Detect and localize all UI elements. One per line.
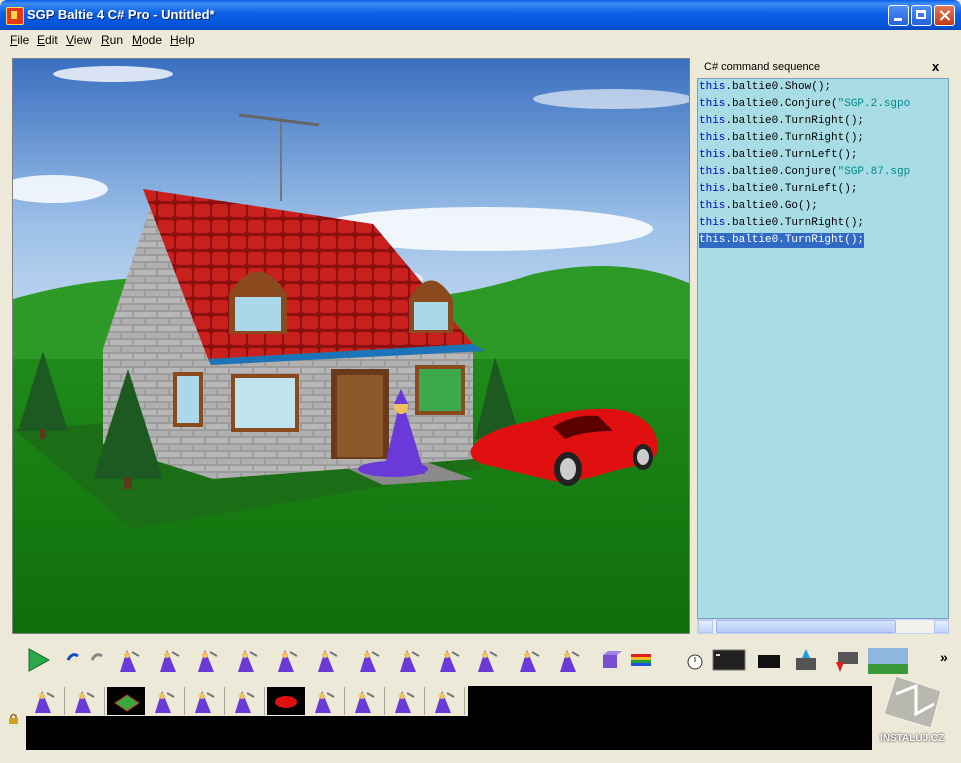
code-string: "SGP.2.sgpo — [837, 98, 911, 110]
panel-close-button[interactable]: x — [932, 59, 939, 74]
timeline-slot-turn-right-icon[interactable] — [427, 687, 465, 715]
timeline-slot-turn-right-icon[interactable] — [187, 687, 225, 715]
code-text: .baltie0.Conjure( — [725, 166, 838, 178]
wizard-go-icon[interactable] — [190, 646, 220, 674]
code-text: .baltie0.TurnRight(); — [725, 234, 865, 246]
fast-walk-icon[interactable] — [470, 646, 500, 674]
horizontal-scrollbar[interactable] — [697, 619, 949, 634]
down-house-icon[interactable] — [830, 646, 860, 674]
wizard-fly-icon[interactable] — [552, 646, 582, 674]
command-timeline[interactable] — [26, 686, 872, 750]
code-line[interactable]: this.baltie0.TurnRight(); — [699, 216, 864, 231]
close-button[interactable] — [934, 5, 955, 26]
code-keyword: this — [699, 149, 726, 161]
code-keyword: this — [699, 115, 726, 127]
timeline-slot-wizard-go-icon[interactable] — [67, 687, 105, 715]
menu-file[interactable]: File — [10, 33, 29, 47]
step-back-icon[interactable] — [392, 646, 422, 674]
panel-title: C# command sequence — [704, 61, 821, 73]
code-text: .baltie0.Go(); — [725, 200, 818, 212]
code-keyword: this — [699, 183, 726, 195]
up-house-icon[interactable] — [792, 646, 822, 674]
scene-image — [13, 59, 689, 633]
lock-icon[interactable] — [8, 713, 19, 724]
code-line[interactable]: this.baltie0.TurnRight(); — [699, 233, 865, 248]
code-keyword: this — [699, 132, 726, 144]
timeline-slot-conjure-car-icon[interactable] — [267, 687, 305, 715]
menu-help[interactable]: Help — [170, 33, 195, 47]
code-keyword: this — [699, 234, 726, 246]
code-text: .baltie0.TurnRight(); — [725, 132, 865, 144]
code-editor[interactable]: this.baltie0.Show(); this.baltie0.Conjure… — [697, 78, 949, 619]
speech-icon[interactable] — [512, 646, 542, 674]
code-text: .baltie0.Conjure( — [725, 98, 838, 110]
timeline-slot-turn-right-icon[interactable] — [147, 687, 185, 715]
window-title: SGP Baltie 4 C# Pro - Untitled* — [27, 7, 215, 22]
timeline-slot-turn-right-icon[interactable] — [387, 687, 425, 715]
watermark-text: INSTALUJ.CZ — [880, 733, 945, 744]
code-keyword: this — [699, 166, 726, 178]
code-line[interactable]: this.baltie0.Show(); — [699, 80, 831, 95]
jump-down-icon[interactable] — [352, 646, 382, 674]
code-string: "SGP.87.sgp — [837, 166, 911, 178]
rainbow-icon[interactable] — [628, 646, 658, 674]
scroll-right-icon[interactable] — [934, 620, 949, 633]
menu-mode[interactable]: Mode — [132, 33, 162, 47]
code-keyword: this — [699, 200, 726, 212]
code-line[interactable]: this.baltie0.TurnLeft(); — [699, 182, 857, 197]
code-line[interactable]: this.baltie0.Conjure("SGP.87.sgp — [699, 165, 910, 180]
code-keyword: this — [699, 81, 726, 93]
timeline-slot-turn-left-icon[interactable] — [307, 687, 345, 715]
code-line[interactable]: this.baltie0.TurnLeft(); — [699, 148, 857, 163]
run-icon[interactable] — [24, 646, 54, 674]
jump-up-icon[interactable] — [310, 646, 340, 674]
scroll-left-icon[interactable] — [698, 620, 713, 633]
code-text: .baltie0.TurnRight(); — [725, 115, 865, 127]
console-icon[interactable] — [712, 646, 746, 674]
code-text: .baltie0.TurnRight(); — [725, 217, 865, 229]
code-line[interactable]: this.baltie0.TurnRight(); — [699, 131, 864, 146]
wizard-run-icon[interactable] — [112, 646, 142, 674]
menu-run[interactable]: Run — [101, 33, 123, 47]
command-toolbar — [0, 640, 961, 680]
app-icon[interactable] — [6, 7, 24, 25]
timer-icon[interactable] — [680, 646, 710, 674]
scroll-thumb[interactable] — [716, 620, 896, 633]
code-text: .baltie0.TurnLeft(); — [725, 149, 858, 161]
scene-viewport[interactable] — [12, 58, 690, 634]
timeline-slot-conjure-garden-icon[interactable] — [107, 687, 145, 715]
code-keyword: this — [699, 217, 726, 229]
cube-icon[interactable] — [596, 646, 626, 674]
turn-right-icon[interactable] — [270, 646, 300, 674]
black-box-icon[interactable] — [756, 646, 786, 674]
code-line[interactable]: this.baltie0.TurnRight(); — [699, 114, 864, 129]
minimize-button[interactable] — [888, 5, 909, 26]
code-text: .baltie0.Show(); — [725, 81, 832, 93]
code-keyword: this — [699, 98, 726, 110]
menu-edit[interactable]: Edit — [37, 33, 58, 47]
code-line[interactable]: this.baltie0.Go(); — [699, 199, 818, 214]
walk-icon[interactable] — [432, 646, 462, 674]
maximize-button[interactable] — [911, 5, 932, 26]
wizard-step-icon[interactable] — [152, 646, 182, 674]
more-tools-button[interactable]: » — [940, 649, 948, 665]
timeline-slot-wizard-step-icon[interactable] — [27, 687, 65, 715]
timeline-slots — [26, 686, 468, 716]
timeline-slot-wizard-go-right-icon[interactable] — [347, 687, 385, 715]
turn-left-icon[interactable] — [230, 646, 260, 674]
code-text: .baltie0.TurnLeft(); — [725, 183, 858, 195]
title-bar: SGP Baltie 4 C# Pro - Untitled* — [0, 0, 961, 30]
menu-view[interactable]: View — [66, 33, 92, 47]
menu-bar: File Edit View Run Mode Help — [0, 30, 961, 50]
code-line[interactable]: this.baltie0.Conjure("SGP.2.sgpo — [699, 97, 910, 112]
command-panel: C# command sequence x this.baltie0.Show(… — [697, 58, 949, 634]
timeline-slot-wizard-fly-icon[interactable] — [227, 687, 265, 715]
